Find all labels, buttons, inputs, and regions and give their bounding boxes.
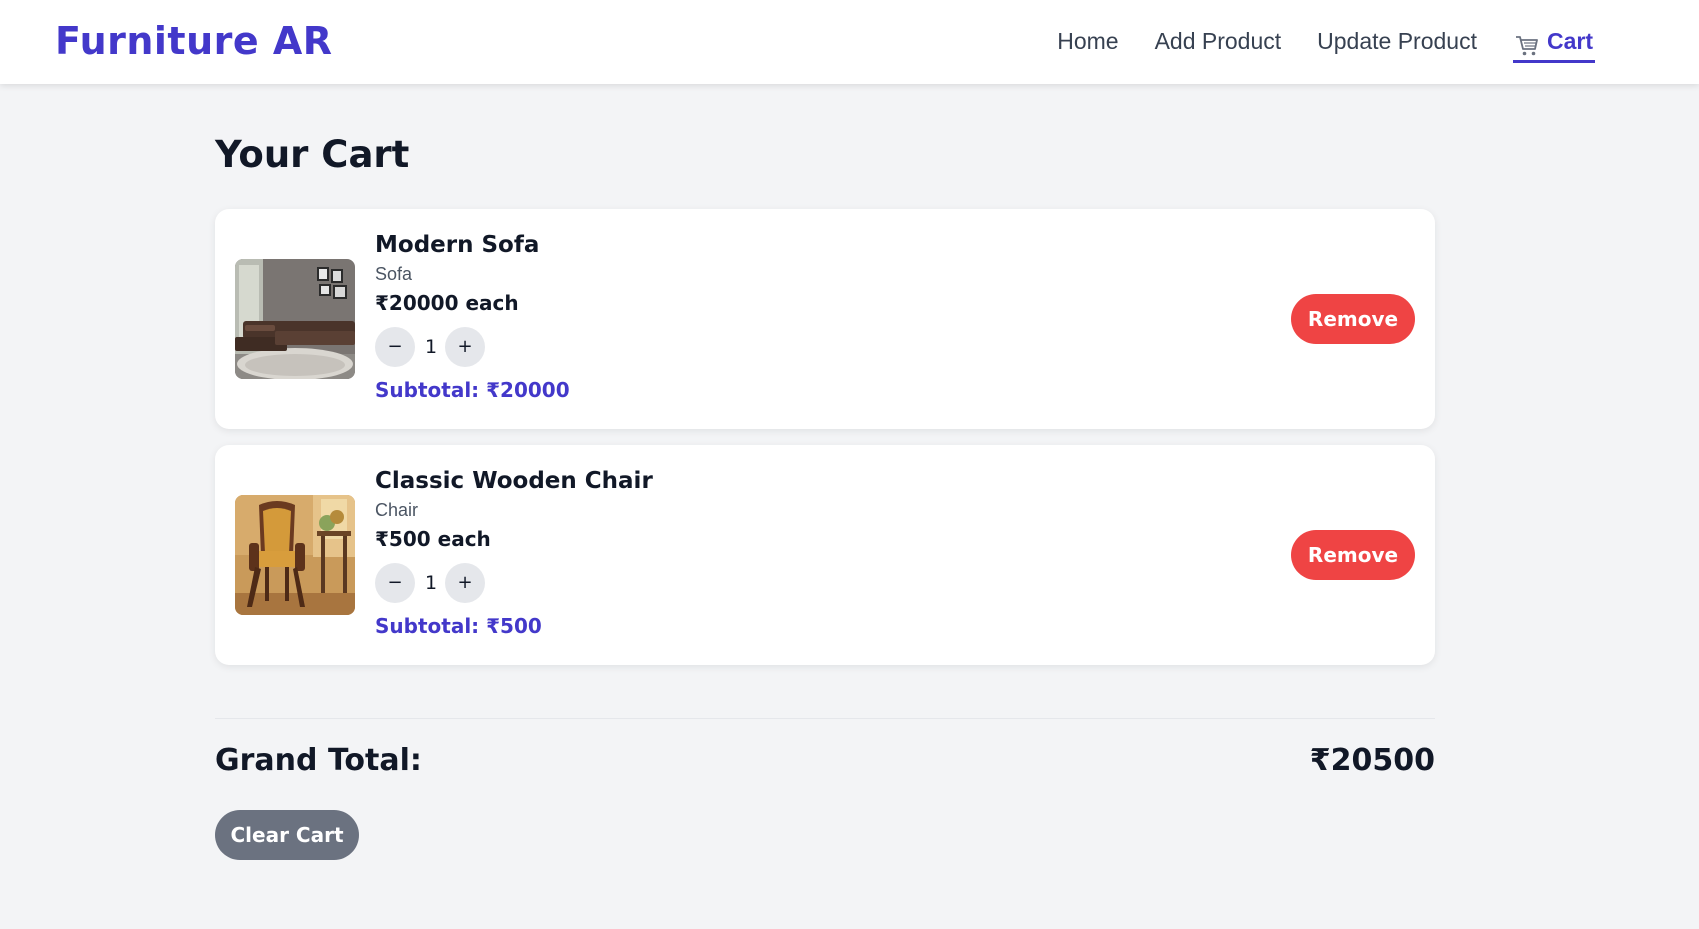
cart-item: Classic Wooden Chair Chair ₹500 each − 1…: [215, 445, 1435, 665]
product-image-chair: [235, 495, 355, 615]
quantity-value: 1: [425, 572, 438, 594]
quantity-stepper: − 1 +: [375, 563, 653, 603]
navbar: Furniture AR Home Add Product Update Pro…: [0, 0, 1699, 84]
decrement-button[interactable]: −: [375, 563, 415, 603]
decrement-button[interactable]: −: [375, 327, 415, 367]
increment-button[interactable]: +: [445, 327, 485, 367]
brand-logo[interactable]: Furniture AR: [55, 19, 333, 63]
item-category: Chair: [375, 500, 419, 520]
remove-button[interactable]: Remove: [1291, 294, 1415, 344]
nav-update-product[interactable]: Update Product: [1317, 22, 1477, 60]
item-info: Modern Sofa Sofa ₹20000 each − 1 + Subto…: [375, 229, 570, 405]
increment-button[interactable]: +: [445, 563, 485, 603]
nav-home[interactable]: Home: [1057, 22, 1118, 60]
quantity-stepper: − 1 +: [375, 327, 570, 367]
grand-total-row: Grand Total: ₹20500: [215, 736, 1435, 784]
item-price: ₹20000 each: [375, 291, 519, 315]
item-name: Classic Wooden Chair: [375, 468, 653, 494]
nav-add-product[interactable]: Add Product: [1155, 22, 1282, 60]
cart-list: Modern Sofa Sofa ₹20000 each − 1 + Subto…: [215, 209, 1435, 681]
item-subtotal: Subtotal: ₹20000: [375, 378, 570, 402]
summary-divider: [215, 718, 1435, 719]
cart-page: Your Cart Modern Sofa Sofa ₹20000 each −…: [215, 130, 1435, 860]
quantity-value: 1: [425, 336, 438, 358]
item-subtotal: Subtotal: ₹500: [375, 614, 542, 638]
grand-total-label: Grand Total:: [215, 742, 422, 778]
shopping-cart-icon: [1515, 30, 1539, 56]
clear-cart-button[interactable]: Clear Cart: [215, 810, 359, 860]
item-category: Sofa: [375, 264, 413, 284]
grand-total-value: ₹20500: [1309, 742, 1435, 778]
item-price: ₹500 each: [375, 527, 491, 551]
item-info: Classic Wooden Chair Chair ₹500 each − 1…: [375, 465, 653, 641]
nav-cart[interactable]: Cart: [1512, 22, 1595, 63]
page-title: Your Cart: [215, 133, 410, 176]
remove-button[interactable]: Remove: [1291, 530, 1415, 580]
main-nav: Home Add Product Update Product Cart: [1057, 22, 1595, 64]
product-image-sofa: [235, 259, 355, 379]
nav-cart-label: Cart: [1546, 28, 1593, 54]
cart-item: Modern Sofa Sofa ₹20000 each − 1 + Subto…: [215, 209, 1435, 429]
item-name: Modern Sofa: [375, 232, 540, 258]
